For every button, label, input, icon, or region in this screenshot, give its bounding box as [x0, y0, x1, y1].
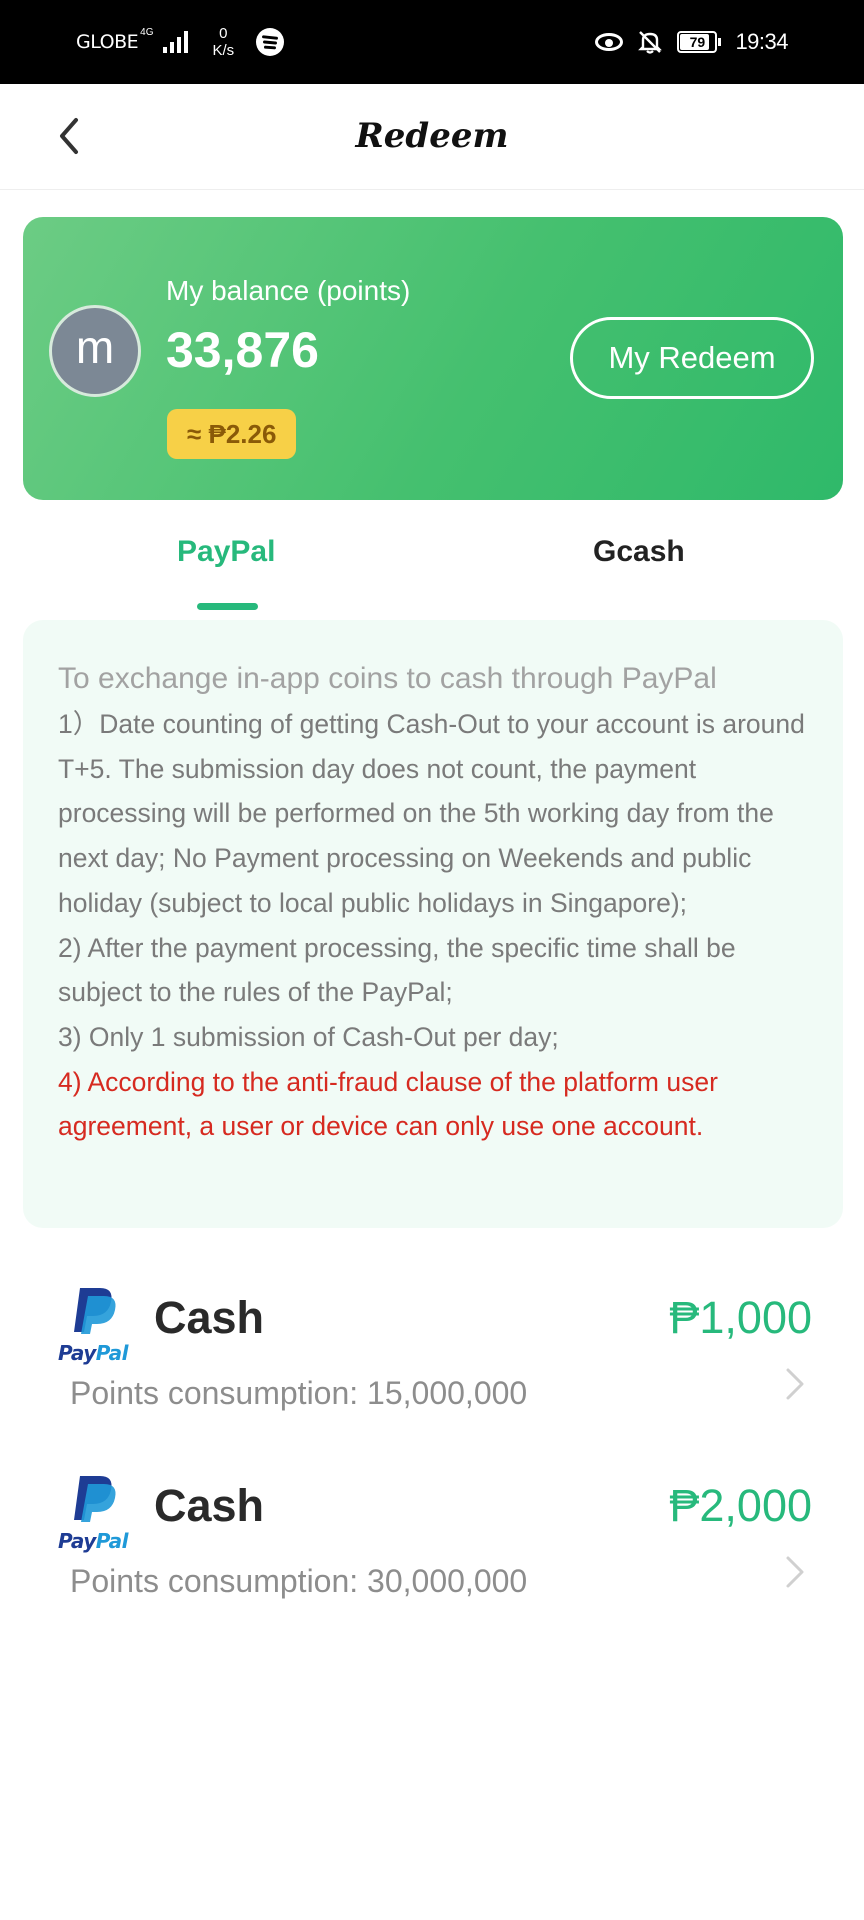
- paypal-word-pal: Pal: [95, 1341, 129, 1365]
- app-bar: Redeem: [0, 84, 864, 190]
- spotify-icon: [256, 28, 285, 56]
- paypal-logo-icon: PayPal: [58, 1286, 132, 1365]
- signal-icon: [163, 31, 189, 53]
- my-redeem-button[interactable]: My Redeem: [570, 317, 814, 399]
- chevron-right-icon: [780, 1552, 808, 1592]
- speed-unit: K/s: [212, 42, 235, 59]
- bell-off-icon: [637, 29, 663, 55]
- paypal-word-pal: Pal: [95, 1529, 129, 1553]
- eye-icon: [595, 33, 624, 51]
- paypal-word-pay: Pay: [58, 1341, 96, 1365]
- balance-card: m My balance (points) 33,876 ≈ ₱2.26 My …: [23, 217, 843, 500]
- cash-amount: ₱2,000: [669, 1480, 812, 1531]
- carrier-name: GLOBE: [76, 31, 139, 53]
- status-right: 79 19:34: [595, 22, 788, 62]
- cashout-rules-box: To exchange in-app coins to cash through…: [23, 620, 843, 1228]
- rule-3: 3) Only 1 submission of Cash-Out per day…: [58, 1021, 559, 1052]
- rules-lead: To exchange in-app coins to cash through…: [58, 662, 717, 695]
- clock: 19:34: [735, 29, 788, 54]
- peso-equivalent-badge: ≈ ₱2.26: [167, 409, 297, 459]
- points-consumption: Points consumption: 15,000,000: [70, 1375, 528, 1411]
- rule-4-warning: 4) According to the anti-fraud clause of…: [58, 1066, 718, 1142]
- tab-paypal[interactable]: PayPal: [177, 535, 275, 569]
- avatar: m: [49, 305, 141, 397]
- cash-title: Cash: [154, 1292, 265, 1343]
- rule-1: 1）Date counting of getting Cash-Out to y…: [58, 709, 805, 918]
- cash-title: Cash: [154, 1480, 265, 1531]
- cash-amount: ₱1,000: [669, 1292, 812, 1343]
- active-tab-indicator: [197, 603, 258, 610]
- status-left: GLOBE 4G 0 K/s: [76, 22, 285, 62]
- chevron-right-icon: [780, 1364, 808, 1404]
- tab-gcash[interactable]: Gcash: [593, 535, 685, 569]
- battery-icon: 79: [677, 31, 722, 53]
- cash-option-2000[interactable]: PayPal Cash ₱2,000 Points consumption: 3…: [0, 1468, 864, 1618]
- balance-label: My balance (points): [166, 275, 411, 306]
- network-type: 4G: [140, 26, 154, 38]
- paypal-logo-icon: PayPal: [58, 1474, 132, 1553]
- page-title: Redeem: [355, 116, 509, 156]
- balance-value: 33,876: [166, 322, 319, 378]
- battery-level: 79: [689, 34, 706, 50]
- cash-option-1000[interactable]: PayPal Cash ₱1,000 Points consumption: 1…: [0, 1280, 864, 1430]
- points-consumption: Points consumption: 30,000,000: [70, 1563, 528, 1599]
- network-speed: 0 K/s: [212, 25, 234, 59]
- paypal-word-pay: Pay: [58, 1529, 96, 1553]
- rule-2: 2) After the payment processing, the spe…: [58, 932, 736, 1008]
- status-bar: GLOBE 4G 0 K/s 79 19:34: [0, 0, 864, 84]
- speed-value: 0: [219, 25, 228, 42]
